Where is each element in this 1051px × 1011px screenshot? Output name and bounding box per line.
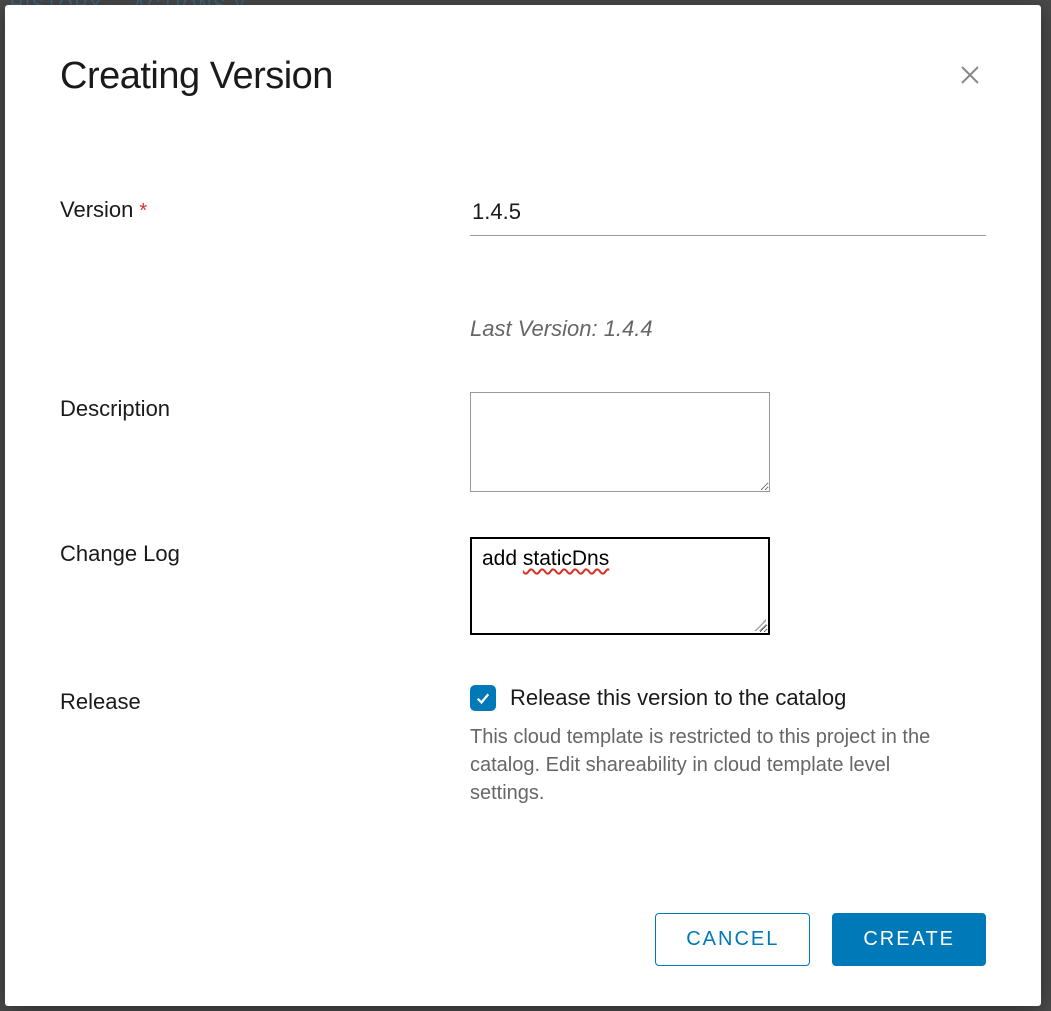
description-control-col <box>470 392 986 497</box>
close-icon <box>958 63 982 87</box>
spellcheck-word: staticDns <box>523 547 609 570</box>
cancel-button[interactable]: CANCEL <box>655 913 810 966</box>
close-button[interactable] <box>954 59 986 96</box>
changelog-row: Change Log add staticDns <box>60 537 986 635</box>
modal-footer: CANCEL CREATE <box>60 913 986 966</box>
release-control-col: Release this version to the catalog This… <box>470 685 986 807</box>
check-icon <box>474 689 492 707</box>
release-checkbox[interactable] <box>470 685 496 711</box>
creating-version-modal: Creating Version Version* Last Version: … <box>5 5 1041 1006</box>
description-row: Description <box>60 392 986 497</box>
version-control-col: Last Version: 1.4.4 <box>470 193 986 352</box>
required-marker: * <box>139 200 147 222</box>
modal-header: Creating Version <box>60 55 986 98</box>
release-label: Release <box>60 685 470 715</box>
version-label: Version* <box>60 193 470 223</box>
version-input[interactable] <box>470 193 986 236</box>
description-textarea[interactable] <box>470 392 770 492</box>
release-checkbox-label: Release this version to the catalog <box>510 685 846 711</box>
release-row: Release Release this version to the cata… <box>60 685 986 807</box>
last-version-label: Last Version: 1.4.4 <box>470 316 986 342</box>
description-label: Description <box>60 392 470 422</box>
form-body: Version* Last Version: 1.4.4 Description… <box>60 193 986 873</box>
changelog-textarea[interactable]: add staticDns <box>470 537 770 635</box>
modal-title: Creating Version <box>60 55 333 98</box>
create-button[interactable]: CREATE <box>832 913 986 966</box>
version-row: Version* Last Version: 1.4.4 <box>60 193 986 352</box>
release-checkbox-row: Release this version to the catalog <box>470 685 986 711</box>
release-helper-text: This cloud template is restricted to thi… <box>470 723 970 807</box>
changelog-label: Change Log <box>60 537 470 567</box>
changelog-control-col: add staticDns <box>470 537 986 635</box>
